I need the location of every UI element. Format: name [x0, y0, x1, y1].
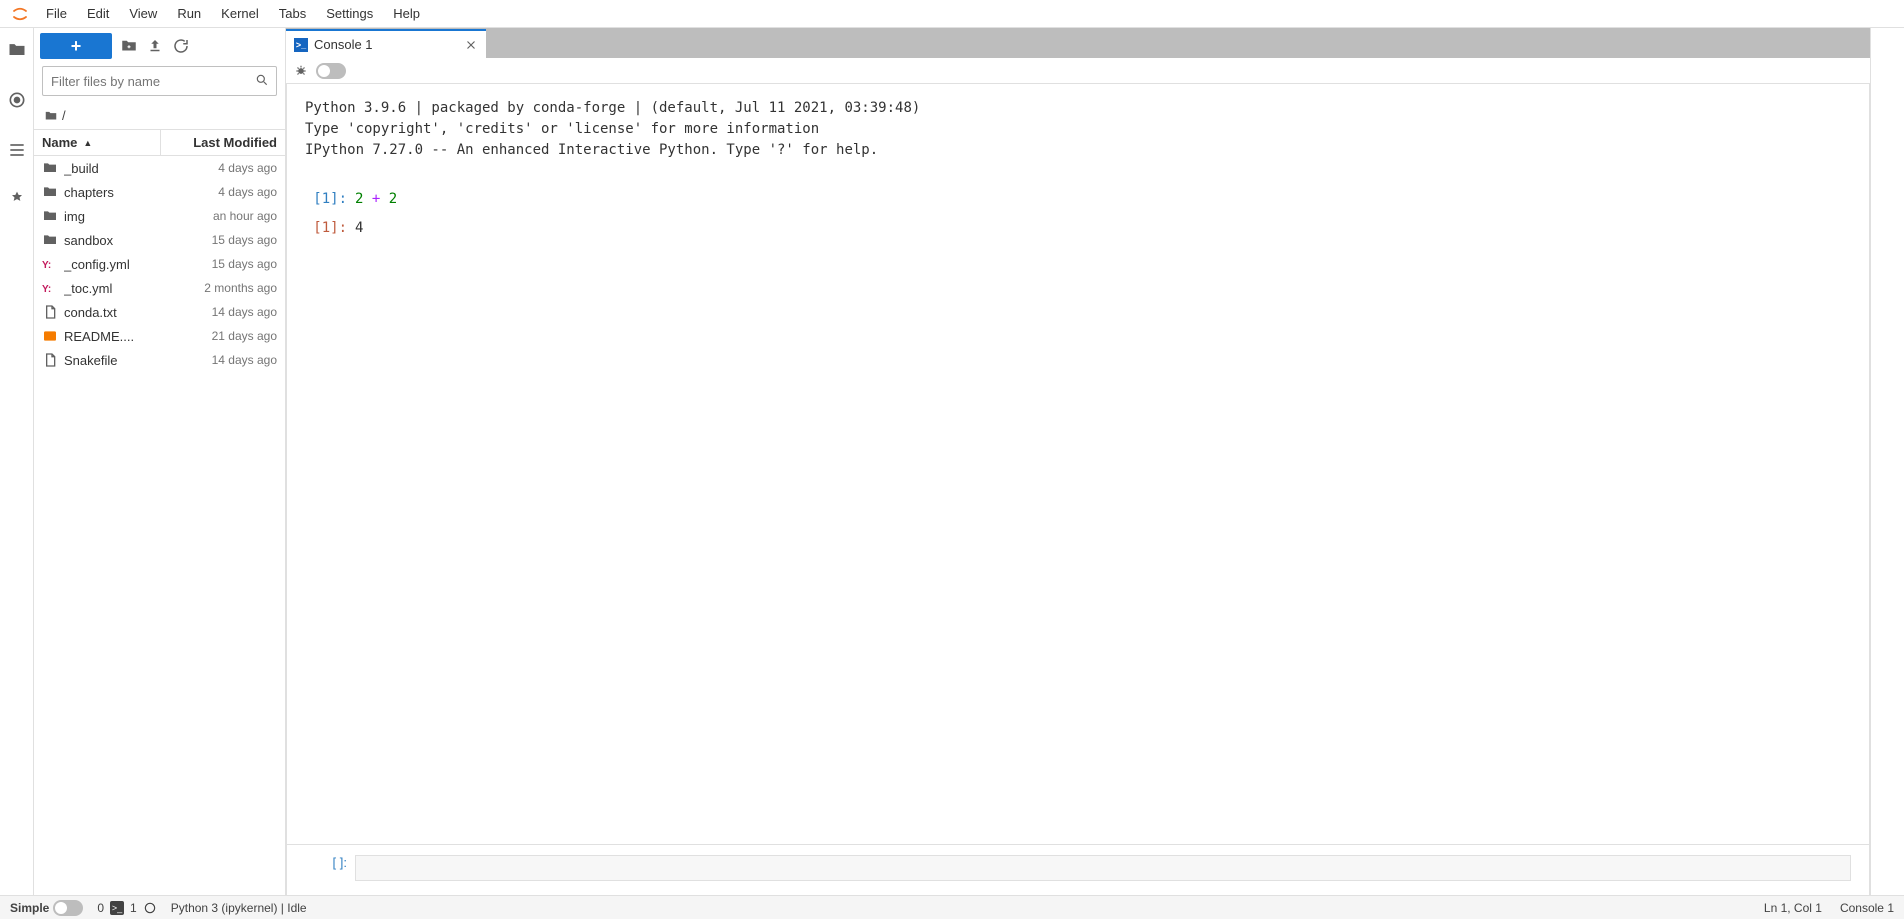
tab-label: Console 1	[314, 37, 458, 52]
file-row[interactable]: _build4 days ago	[34, 156, 285, 180]
file-name: sandbox	[64, 233, 167, 248]
file-row[interactable]: sandbox15 days ago	[34, 228, 285, 252]
yaml-icon: Y:	[42, 256, 58, 272]
yaml-icon: Y:	[42, 280, 58, 296]
file-modified: 14 days ago	[167, 305, 277, 319]
file-modified: 4 days ago	[167, 185, 277, 199]
file-modified: an hour ago	[167, 209, 277, 223]
file-name: Snakefile	[64, 353, 167, 368]
breadcrumb[interactable]: /	[34, 102, 285, 129]
file-browser-toolbar: +	[34, 28, 285, 64]
menu-file[interactable]: File	[36, 2, 77, 25]
kernel-status-icon	[143, 901, 157, 915]
menu-run[interactable]: Run	[167, 2, 211, 25]
toc-icon[interactable]	[7, 140, 27, 160]
folder-icon	[42, 208, 58, 224]
new-folder-icon[interactable]	[120, 37, 138, 55]
file-modified: 14 days ago	[167, 353, 277, 367]
file-row[interactable]: Snakefile14 days ago	[34, 348, 285, 372]
file-icon	[42, 304, 58, 320]
file-row[interactable]: imgan hour ago	[34, 204, 285, 228]
file-name: _build	[64, 161, 167, 176]
breadcrumb-root: /	[62, 108, 66, 123]
input-prompt: [1]:	[305, 189, 355, 210]
file-row[interactable]: chapters4 days ago	[34, 180, 285, 204]
debugger-toggle[interactable]	[316, 63, 346, 79]
dock-panel: >_ Console 1 Python 3.9.6 | packaged by …	[286, 28, 1870, 895]
folder-icon[interactable]	[7, 40, 27, 60]
console-toolbar	[286, 58, 1870, 84]
file-list-header: Name ▲ Last Modified	[34, 129, 285, 156]
file-modified: 15 days ago	[167, 257, 277, 271]
pending-prompt: [ ]:	[305, 855, 355, 881]
folder-icon	[44, 109, 58, 123]
file-row[interactable]: Y: _toc.yml2 months ago	[34, 276, 285, 300]
file-modified: 2 months ago	[167, 281, 277, 295]
bug-icon[interactable]	[294, 64, 308, 78]
file-name: README....	[64, 329, 167, 344]
tab-bar: >_ Console 1	[286, 28, 1870, 58]
menu-settings[interactable]: Settings	[316, 2, 383, 25]
menu-view[interactable]: View	[119, 2, 167, 25]
output-value: 4	[355, 218, 363, 239]
refresh-icon[interactable]	[172, 37, 190, 55]
upload-icon[interactable]	[146, 37, 164, 55]
file-row[interactable]: Y: _config.yml15 days ago	[34, 252, 285, 276]
tab-console-1[interactable]: >_ Console 1	[286, 29, 486, 58]
running-icon[interactable]	[7, 90, 27, 110]
running-terminals[interactable]: 0 >_ 1	[97, 901, 156, 915]
file-browser: + / Name ▲ Last Mod	[34, 28, 286, 895]
simple-mode[interactable]: Simple	[10, 900, 83, 916]
kernel-status[interactable]: Python 3 (ipykernel) | Idle	[171, 901, 307, 915]
file-modified: 15 days ago	[167, 233, 277, 247]
menu-tabs[interactable]: Tabs	[269, 2, 316, 25]
sort-caret-icon: ▲	[83, 138, 92, 148]
close-icon[interactable]	[464, 38, 478, 52]
extensions-icon[interactable]	[7, 190, 27, 210]
file-icon	[42, 352, 58, 368]
document-mode[interactable]: Console 1	[1840, 901, 1894, 915]
line-col[interactable]: Ln 1, Col 1	[1764, 901, 1822, 915]
search-icon	[255, 73, 269, 87]
console-icon: >_	[294, 38, 308, 52]
file-list: _build4 days agochapters4 days agoimgan …	[34, 156, 285, 372]
input-cell: [1]: 2 + 2	[305, 189, 1851, 210]
menu-kernel[interactable]: Kernel	[211, 2, 269, 25]
file-modified: 21 days ago	[167, 329, 277, 343]
new-launcher-button[interactable]: +	[40, 33, 112, 59]
file-name: chapters	[64, 185, 167, 200]
menu-help[interactable]: Help	[383, 2, 430, 25]
file-modified: 4 days ago	[167, 161, 277, 175]
left-activity-bar	[0, 28, 34, 895]
menu-edit[interactable]: Edit	[77, 2, 119, 25]
right-activity-bar	[1870, 28, 1904, 895]
file-name: _config.yml	[64, 257, 167, 272]
output-cell: [1]: 4	[305, 218, 1851, 239]
terminal-icon: >_	[110, 901, 124, 915]
filter-wrap	[42, 66, 277, 96]
column-modified[interactable]: Last Modified	[161, 130, 285, 155]
input-code: 2 + 2	[355, 189, 397, 210]
file-name: _toc.yml	[64, 281, 167, 296]
simple-toggle[interactable]	[53, 900, 83, 916]
file-name: img	[64, 209, 167, 224]
file-name: conda.txt	[64, 305, 167, 320]
console-banner: Python 3.9.6 | packaged by conda-forge |…	[305, 98, 1851, 161]
column-name[interactable]: Name ▲	[34, 130, 161, 155]
menu-bar: FileEditViewRunKernelTabsSettingsHelp	[0, 0, 1904, 28]
file-row[interactable]: README....21 days ago	[34, 324, 285, 348]
console-output: Python 3.9.6 | packaged by conda-forge |…	[286, 84, 1870, 844]
console-input[interactable]	[355, 855, 1851, 881]
output-prompt: [1]:	[305, 218, 355, 239]
jupyter-logo-icon	[10, 4, 30, 24]
console-input-area: [ ]:	[286, 844, 1870, 895]
folder-icon	[42, 232, 58, 248]
file-row[interactable]: conda.txt14 days ago	[34, 300, 285, 324]
md-icon	[42, 328, 58, 344]
status-bar: Simple 0 >_ 1 Python 3 (ipykernel) | Idl…	[0, 895, 1904, 919]
folder-icon	[42, 160, 58, 176]
filter-input[interactable]	[42, 66, 277, 96]
folder-icon	[42, 184, 58, 200]
